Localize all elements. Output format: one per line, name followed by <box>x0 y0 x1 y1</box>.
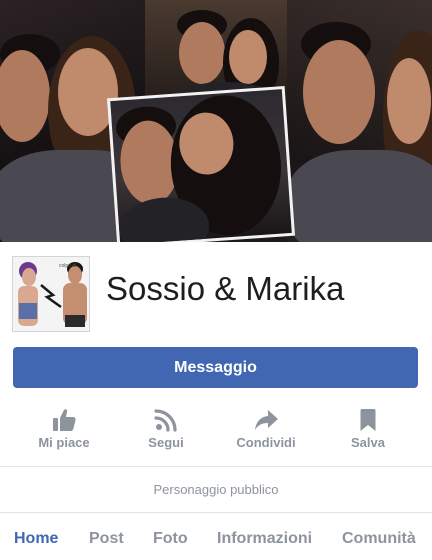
cover-photo-panel <box>106 85 296 242</box>
share-arrow-icon <box>255 410 278 430</box>
like-label: Mi piace <box>38 435 90 450</box>
like-button[interactable]: Mi piace <box>10 400 118 460</box>
profile-picture-artwork: colpo di <box>13 257 89 331</box>
page-title: Sossio & Marika <box>106 270 345 307</box>
tab-post[interactable]: Post <box>89 530 124 548</box>
rss-feed-icon <box>154 409 177 432</box>
tab-comunita[interactable]: Comunità <box>342 530 416 548</box>
bookmark-icon <box>360 409 376 431</box>
page-profile-picture[interactable]: colpo di <box>12 256 90 332</box>
save-button[interactable]: Salva <box>314 400 422 460</box>
tab-informazioni[interactable]: Informazioni <box>217 530 312 548</box>
divider <box>0 512 432 513</box>
save-label: Salva <box>351 435 385 450</box>
cover-photo-panel <box>287 0 432 242</box>
message-button[interactable]: Messaggio <box>13 347 418 388</box>
divider <box>0 466 432 467</box>
tab-home[interactable]: Home <box>14 530 58 548</box>
follow-button[interactable]: Segui <box>112 400 220 460</box>
cover-photo[interactable] <box>0 0 432 242</box>
page-tabs: Home Post Foto Informazioni Comunità <box>0 524 432 560</box>
svg-text:colpo di: colpo di <box>59 263 76 269</box>
thumbs-up-icon <box>53 409 76 431</box>
share-label: Condividi <box>236 435 296 450</box>
page-actions: Mi piace Segui Condividi Salva <box>0 400 432 460</box>
share-button[interactable]: Condividi <box>212 400 320 460</box>
page-category: Personaggio pubblico <box>153 482 279 497</box>
tab-foto[interactable]: Foto <box>153 530 188 548</box>
follow-label: Segui <box>148 435 184 450</box>
